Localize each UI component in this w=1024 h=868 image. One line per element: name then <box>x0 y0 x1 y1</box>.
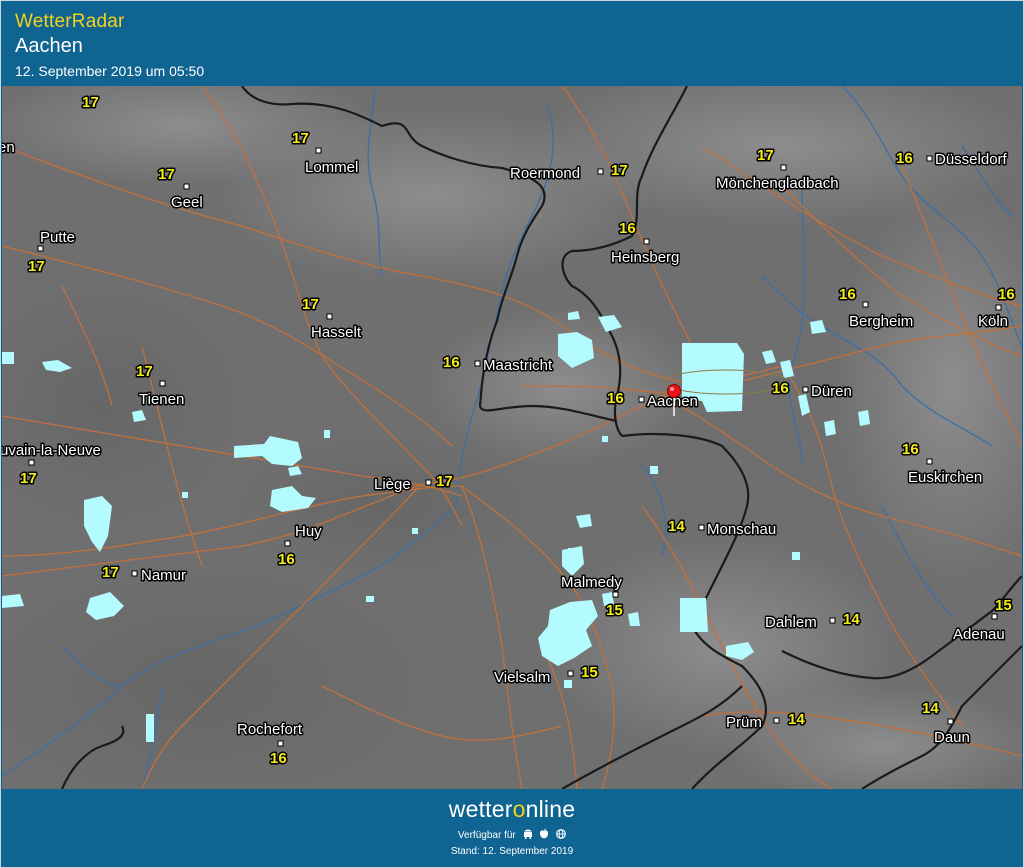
city-hasselt[interactable]: Hasselt 17 <box>301 295 364 343</box>
svg-text:Malmedy: Malmedy <box>561 574 622 591</box>
svg-text:uvain-la-Neuve: uvain-la-Neuve <box>2 442 101 459</box>
svg-text:14: 14 <box>788 711 805 728</box>
svg-text:16: 16 <box>902 441 919 458</box>
svg-text:14: 14 <box>843 611 860 628</box>
svg-text:Bergheim: Bergheim <box>849 313 913 330</box>
svg-text:Adenau: Adenau <box>953 626 1005 643</box>
svg-text:Prüm: Prüm <box>726 714 762 731</box>
svg-text:Hasselt: Hasselt <box>311 324 362 341</box>
svg-text:16: 16 <box>607 390 624 407</box>
svg-text:17: 17 <box>20 470 37 487</box>
svg-text:Lommel: Lommel <box>305 159 358 176</box>
city-heinsberg[interactable]: Heinsberg 16 <box>610 219 681 268</box>
svg-text:16: 16 <box>619 220 636 237</box>
svg-text:Tienen: Tienen <box>139 391 184 408</box>
timestamp: 12. September 2019 um 05:50 <box>15 63 205 79</box>
svg-text:17: 17 <box>611 162 628 179</box>
svg-text:Roermond: Roermond <box>510 165 580 182</box>
city-dueren[interactable]: Düren 16 <box>771 379 854 402</box>
svg-text:Heinsberg: Heinsberg <box>611 249 679 266</box>
svg-text:en: en <box>2 139 15 156</box>
svg-text:16: 16 <box>772 380 789 397</box>
svg-text:Putte: Putte <box>40 229 75 246</box>
radar-map[interactable]: Lommel 17 Roermond 17 Mönchengladbach 17… <box>2 86 1022 789</box>
svg-text:17: 17 <box>28 258 45 275</box>
svg-text:Vielsalm: Vielsalm <box>494 669 550 686</box>
svg-text:17: 17 <box>302 296 319 313</box>
svg-text:16: 16 <box>443 354 460 371</box>
svg-text:Rochefort: Rochefort <box>237 721 303 738</box>
svg-text:Namur: Namur <box>141 567 186 584</box>
svg-text:16: 16 <box>896 150 913 167</box>
svg-text:17: 17 <box>102 564 119 581</box>
svg-text:Monschau: Monschau <box>707 521 776 538</box>
availability-row: Verfügbar für <box>2 828 1022 842</box>
svg-text:17: 17 <box>436 473 453 490</box>
city-monschau[interactable]: Monschau 14 <box>667 517 778 540</box>
svg-text:16: 16 <box>839 286 856 303</box>
svg-text:Düren: Düren <box>811 383 852 400</box>
location-title: Aachen <box>15 35 83 57</box>
availability-label: Verfügbar für <box>457 830 516 841</box>
footer-bar: wetteronline Verfügbar für Stand: 12. Se… <box>2 790 1022 867</box>
app-frame: WetterRadar Aachen 12. September 2019 um… <box>0 0 1024 868</box>
svg-text:14: 14 <box>668 518 685 535</box>
svg-text:Euskirchen: Euskirchen <box>908 469 982 486</box>
svg-text:16: 16 <box>278 551 295 568</box>
svg-text:15: 15 <box>606 602 623 619</box>
svg-text:Maastricht: Maastricht <box>483 357 553 374</box>
city-adenau[interactable]: Adenau 15 <box>952 596 1014 645</box>
android-icon[interactable] <box>523 828 533 842</box>
svg-text:17: 17 <box>292 130 309 147</box>
svg-text:14: 14 <box>922 700 939 717</box>
svg-text:Geel: Geel <box>171 194 203 211</box>
svg-text:Dahlem: Dahlem <box>765 614 817 631</box>
wetteronline-logo[interactable]: wetteronline <box>2 796 1022 823</box>
svg-text:16: 16 <box>998 286 1015 303</box>
header-bar: WetterRadar Aachen 12. September 2019 um… <box>2 2 1022 85</box>
map-canvas[interactable]: Lommel 17 Roermond 17 Mönchengladbach 17… <box>2 86 1022 789</box>
svg-text:Liège: Liège <box>374 476 411 493</box>
svg-text:15: 15 <box>581 664 598 681</box>
apple-icon[interactable] <box>539 828 549 842</box>
svg-text:Daun: Daun <box>934 729 970 746</box>
city-partial-left[interactable]: en <box>2 138 16 158</box>
svg-text:Köln: Köln <box>978 313 1008 330</box>
svg-text:17: 17 <box>757 147 774 164</box>
svg-text:17: 17 <box>158 166 175 183</box>
svg-text:Huy: Huy <box>295 523 322 540</box>
temperature-reading: 17 <box>82 94 99 111</box>
svg-text:15: 15 <box>995 597 1012 614</box>
stand-date: Stand: 12. September 2019 <box>450 846 574 857</box>
svg-text:Düsseldorf: Düsseldorf <box>935 151 1008 168</box>
app-title: WetterRadar <box>15 11 125 32</box>
city-putte[interactable]: Putte 17 <box>27 228 77 277</box>
svg-text:Mönchengladbach: Mönchengladbach <box>716 175 839 192</box>
web-icon[interactable] <box>556 829 566 842</box>
svg-text:16: 16 <box>270 750 287 767</box>
svg-text:17: 17 <box>136 363 153 380</box>
